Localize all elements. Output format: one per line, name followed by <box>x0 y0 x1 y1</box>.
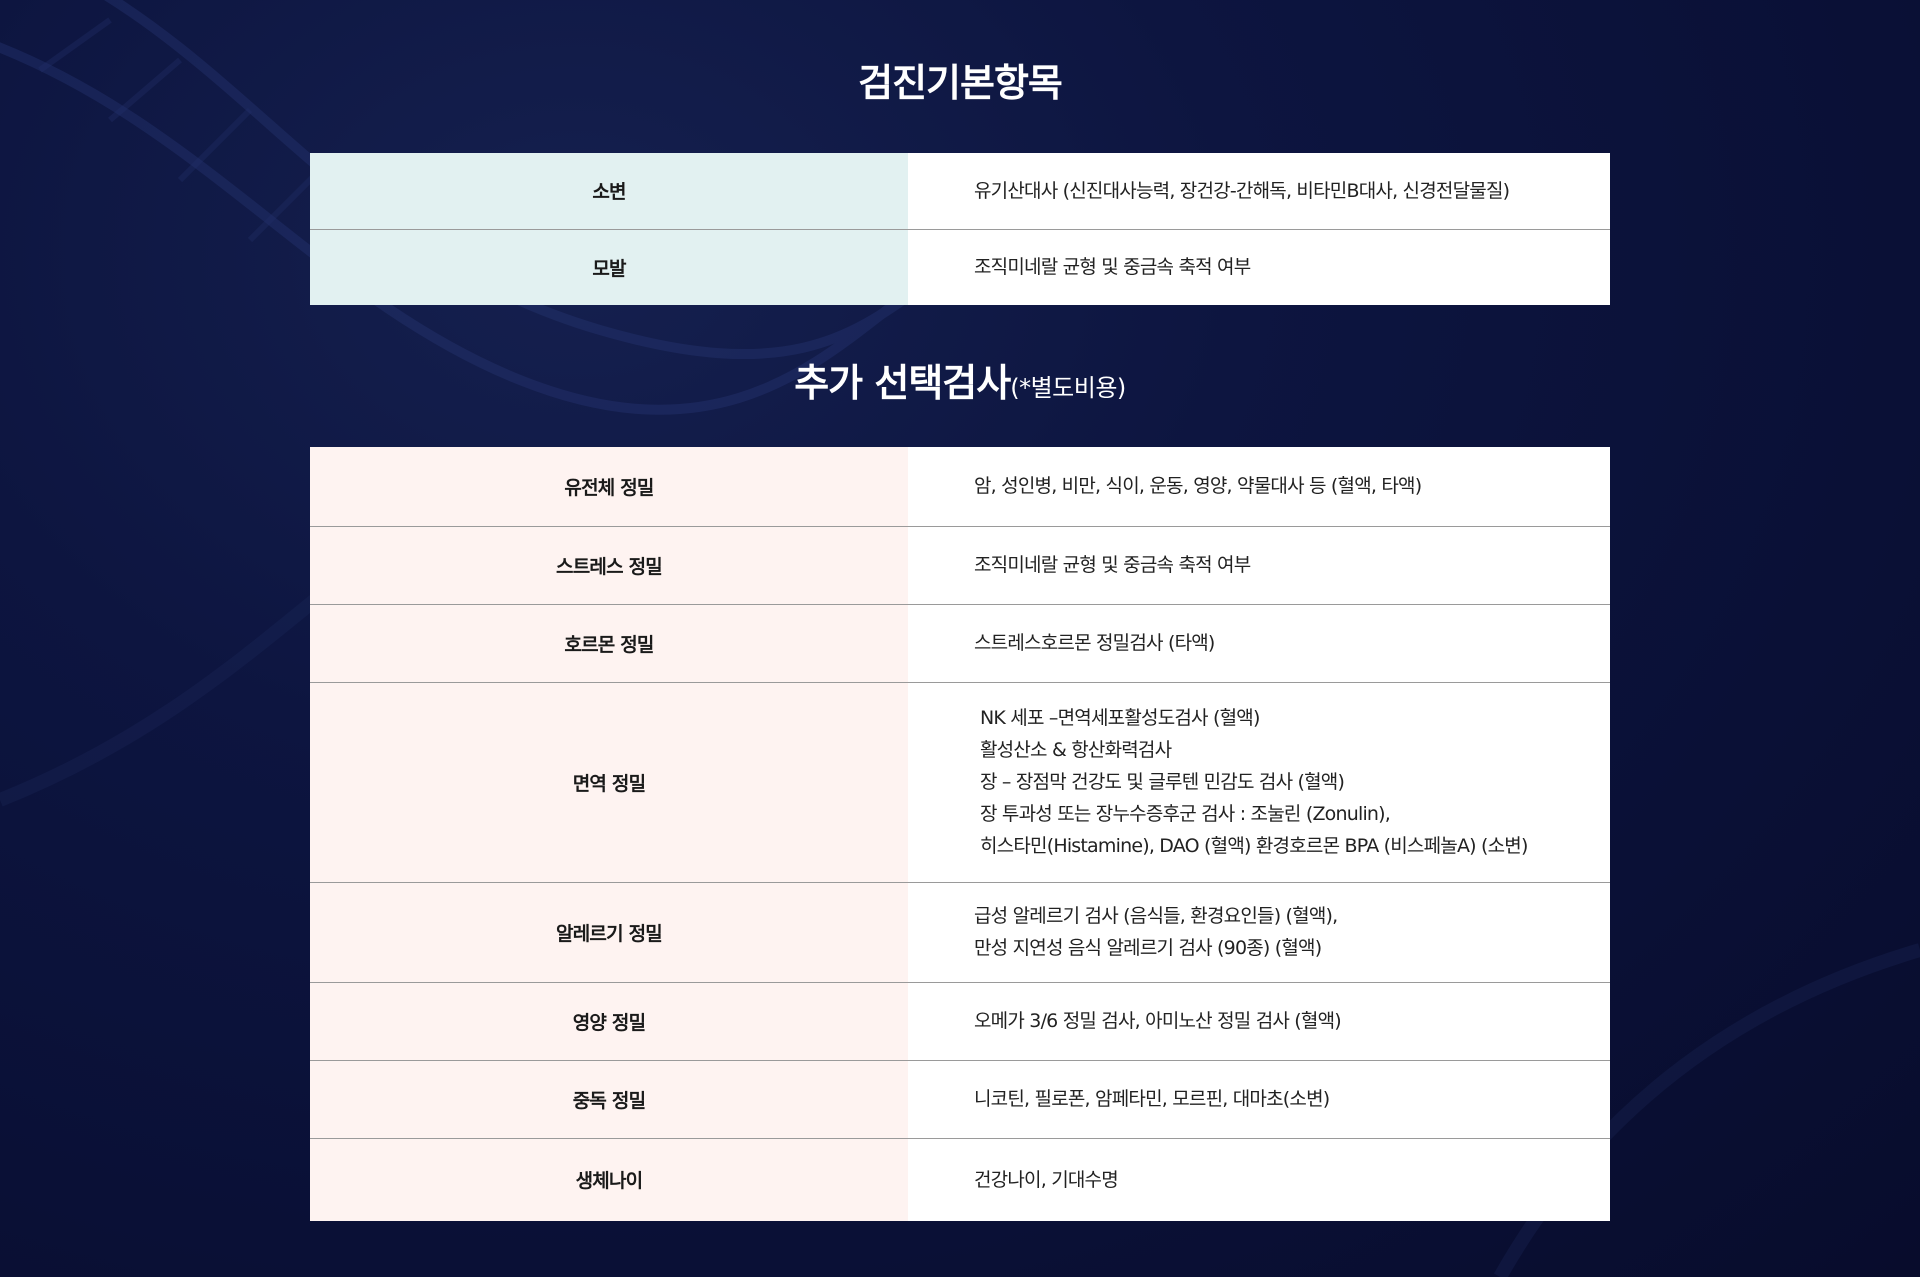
optional-section-title: 추가 선택검사(*별도비용) <box>0 352 1920 407</box>
row-label: 모발 <box>310 229 908 305</box>
row-label: 알레르기 정밀 <box>310 882 908 983</box>
row-value: 오메가 3/6 정밀 검사, 아미노산 정밀 검사 (혈액) <box>908 982 1610 1061</box>
row-label: 중독 정밀 <box>310 1060 908 1139</box>
table-row: 면역 정밀 NK 세포 –면역세포활성도검사 (혈액) 활성산소 & 항산화력검… <box>310 682 1610 883</box>
row-label: 스트레스 정밀 <box>310 526 908 605</box>
value-line: 히스타민(Histamine), DAO (혈액) 환경호르몬 BPA (비스페… <box>980 835 1528 857</box>
row-label: 유전체 정밀 <box>310 447 908 527</box>
value-line: 장 – 장점막 건강도 및 글루텐 민감도 검사 (혈액) <box>980 771 1345 793</box>
row-label: 소변 <box>310 153 908 230</box>
value-line: 급성 알레르기 검사 (음식들, 환경요인들) (혈액), <box>974 905 1338 927</box>
table-row: 중독 정밀 니코틴, 필로폰, 암페타민, 모르핀, 대마초(소변) <box>310 1060 1610 1139</box>
row-value: NK 세포 –면역세포활성도검사 (혈액) 활성산소 & 항산화력검사 장 – … <box>908 682 1610 883</box>
basic-exam-table: 소변 유기산대사 (신진대사능력, 장건강-간해독, 비타민B대사, 신경전달물… <box>310 153 1610 305</box>
value-line: NK 세포 –면역세포활성도검사 (혈액) <box>980 707 1260 729</box>
table-row: 모발 조직미네랄 균형 및 중금속 축적 여부 <box>310 229 1610 305</box>
row-value: 암, 성인병, 비만, 식이, 운동, 영양, 약물대사 등 (혈액, 타액) <box>908 447 1610 527</box>
row-value: 유기산대사 (신진대사능력, 장건강-간해독, 비타민B대사, 신경전달물질) <box>908 153 1610 230</box>
optional-title-text: 추가 선택검사 <box>794 361 1011 405</box>
table-row: 소변 유기산대사 (신진대사능력, 장건강-간해독, 비타민B대사, 신경전달물… <box>310 153 1610 230</box>
table-row: 영양 정밀 오메가 3/6 정밀 검사, 아미노산 정밀 검사 (혈액) <box>310 982 1610 1061</box>
row-value: 급성 알레르기 검사 (음식들, 환경요인들) (혈액), 만성 지연성 음식 … <box>908 882 1610 983</box>
optional-subtitle: (*별도비용) <box>1010 374 1126 402</box>
row-label: 영양 정밀 <box>310 982 908 1061</box>
table-row: 유전체 정밀 암, 성인병, 비만, 식이, 운동, 영양, 약물대사 등 (혈… <box>310 447 1610 527</box>
row-label: 생체나이 <box>310 1138 908 1221</box>
value-line: 활성산소 & 항산화력검사 <box>980 739 1172 761</box>
optional-exam-table: 유전체 정밀 암, 성인병, 비만, 식이, 운동, 영양, 약물대사 등 (혈… <box>310 447 1610 1221</box>
row-label: 호르몬 정밀 <box>310 604 908 683</box>
table-row: 생체나이 건강나이, 기대수명 <box>310 1138 1610 1221</box>
table-row: 호르몬 정밀 스트레스호르몬 정밀검사 (타액) <box>310 604 1610 683</box>
row-value: 니코틴, 필로폰, 암페타민, 모르핀, 대마초(소변) <box>908 1060 1610 1139</box>
table-row: 스트레스 정밀 조직미네랄 균형 및 중금속 축적 여부 <box>310 526 1610 605</box>
value-line: 만성 지연성 음식 알레르기 검사 (90종) (혈액) <box>974 937 1322 959</box>
row-value: 조직미네랄 균형 및 중금속 축적 여부 <box>908 526 1610 605</box>
row-label: 면역 정밀 <box>310 682 908 883</box>
table-row: 알레르기 정밀 급성 알레르기 검사 (음식들, 환경요인들) (혈액), 만성… <box>310 882 1610 983</box>
basic-section-title: 검진기본항목 <box>858 61 1063 105</box>
row-value: 건강나이, 기대수명 <box>908 1138 1610 1221</box>
row-value: 조직미네랄 균형 및 중금속 축적 여부 <box>908 229 1610 305</box>
row-value: 스트레스호르몬 정밀검사 (타액) <box>908 604 1610 683</box>
value-line: 장 투과성 또는 장누수증후군 검사 : 조눌린 (Zonulin), <box>980 803 1391 825</box>
